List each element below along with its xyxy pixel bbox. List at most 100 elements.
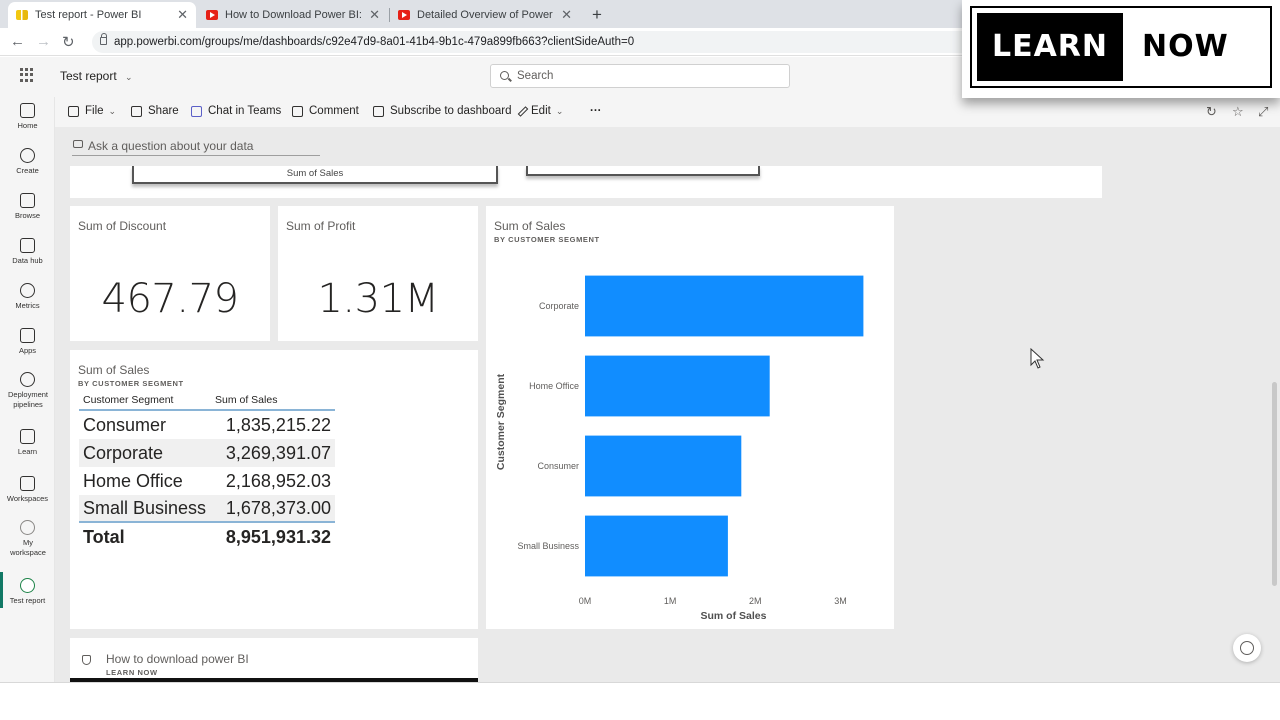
kpi-tile-discount[interactable]: Sum of Discount 467.79 (70, 206, 270, 341)
trophy-icon (20, 283, 35, 298)
chart-bar[interactable] (585, 435, 742, 497)
table-cell: Home Office (83, 470, 183, 491)
workspaces-icon (20, 476, 35, 491)
nav-home[interactable]: Home (0, 103, 55, 131)
url-field[interactable]: app.powerbi.com/groups/me/dashboards/c92… (92, 31, 972, 53)
chat-in-teams-button[interactable]: Chat in Teams (191, 105, 281, 117)
bottom-strip (0, 682, 1280, 720)
user-icon (20, 520, 35, 535)
reload-icon[interactable]: ↻ (62, 33, 75, 51)
kpi-tile-profit[interactable]: Sum of Profit 1.31M (278, 206, 478, 341)
url-text: app.powerbi.com/groups/me/dashboards/c92… (114, 36, 635, 48)
chart-bar[interactable] (585, 515, 728, 577)
more-options-button[interactable]: ··· (590, 105, 602, 117)
nav-label: My workspace (10, 538, 46, 557)
new-tab-button[interactable]: + (584, 2, 614, 28)
kpi-value: 467.79 (101, 276, 239, 322)
share-button[interactable]: Share (131, 105, 179, 117)
youtube-icon (206, 10, 218, 20)
logo-learn-text: LEARN (977, 13, 1123, 81)
nav-create[interactable]: Create (0, 148, 55, 176)
search-placeholder: Search (517, 70, 554, 82)
tile-title: How to download power BI (106, 652, 249, 666)
nav-browse[interactable]: Browse (0, 193, 55, 221)
nav-learn[interactable]: Learn (0, 429, 55, 457)
forward-arrow-icon[interactable]: → (36, 33, 51, 50)
folder-icon (20, 193, 35, 208)
report-name-dropdown[interactable]: Test report ⌄ (60, 69, 133, 83)
bar-chart: Corporate Home Office Consumer Small Busine… (495, 275, 864, 622)
browser-tab-overview[interactable]: Detailed Overview of Power BI In ✕ (390, 2, 580, 28)
tile-title: Sum of Discount (78, 219, 167, 233)
tile-title: Sum of Sales (78, 363, 150, 377)
lock-icon (100, 33, 107, 45)
file-icon (68, 105, 79, 117)
search-icon (500, 71, 509, 80)
share-label: Share (148, 105, 179, 117)
nav-label: Learn (17, 447, 38, 456)
close-tab-icon[interactable]: ✕ (561, 7, 572, 23)
favorite-star-icon[interactable]: ☆ (1232, 104, 1244, 120)
sales-table: Customer Segment Sum of Sales Consumer 1… (79, 391, 335, 551)
video-tile[interactable]: How to download power BI LEARN NOW (70, 638, 478, 682)
x-tick-label: 1M (664, 596, 677, 606)
nav-my-workspace[interactable]: My workspace (0, 520, 55, 558)
table-cell: 3,269,391.07 (225, 442, 331, 463)
kpi-value: 1.31M (317, 276, 439, 322)
subscribe-button[interactable]: Subscribe to dashboard (373, 105, 511, 117)
edit-menu-button[interactable]: Edit ⌄ (517, 105, 564, 117)
nav-metrics[interactable]: Metrics (0, 283, 55, 311)
tile-caption-frame (526, 166, 760, 176)
nav-data-hub[interactable]: Data hub (0, 238, 55, 266)
chevron-down-icon: ⌄ (555, 105, 564, 116)
x-tick-label: 0M (579, 596, 592, 606)
qna-input[interactable]: Ask a question about your data (72, 136, 320, 156)
chart-bar[interactable] (585, 355, 770, 417)
nav-apps[interactable]: Apps (0, 328, 55, 356)
database-icon (20, 238, 35, 253)
nav-workspaces[interactable]: Workspaces (0, 476, 55, 504)
learn-now-logo: LEARN NOW (962, 0, 1280, 98)
table-cell: Consumer (83, 414, 167, 435)
tab-title: Detailed Overview of Power BI In (417, 9, 555, 21)
table-row: Consumer 1,835,215.22 (79, 411, 335, 439)
shield-icon (82, 655, 91, 665)
table-row: Corporate 3,269,391.07 (79, 439, 335, 467)
logo-frame: LEARN NOW (970, 6, 1272, 88)
dashboard-gauge-icon (20, 578, 35, 593)
teams-icon (191, 105, 202, 117)
tile-caption-frame: Sum of Sales (132, 166, 498, 184)
search-input[interactable]: Search (490, 64, 790, 88)
column-header: Customer Segment (83, 394, 174, 406)
file-menu-button[interactable]: File ⌄ (68, 105, 116, 117)
x-tick-label: 2M (749, 596, 762, 606)
table-cell: 1,678,373.00 (225, 497, 331, 518)
rocket-icon (20, 372, 35, 387)
browser-tab-powerbi[interactable]: Test report - Power BI ✕ (8, 2, 196, 28)
app-launcher-icon[interactable] (20, 68, 34, 82)
left-navigation: Home Create Browse Data hub Metrics Apps… (0, 97, 55, 682)
nav-deployment-pipelines[interactable]: Deployment pipelines (0, 372, 55, 410)
close-tab-icon[interactable]: ✕ (369, 7, 380, 23)
table-cell: Corporate (83, 442, 164, 463)
refresh-icon[interactable]: ↻ (1206, 104, 1217, 120)
chart-bar[interactable] (585, 275, 864, 337)
copilot-icon[interactable] (1233, 634, 1261, 662)
mouse-cursor-icon (1030, 348, 1045, 369)
subscribe-label: Subscribe to dashboard (390, 105, 512, 117)
subscribe-icon (373, 105, 384, 117)
back-arrow-icon[interactable]: ← (10, 33, 25, 50)
expand-icon[interactable]: ⤢ (1258, 104, 1268, 120)
nav-label: Apps (18, 346, 37, 355)
nav-label: Workspaces (6, 494, 49, 503)
browser-tab-download[interactable]: How to Download Power BI: Step ✕ (198, 2, 388, 28)
edit-label: Edit (531, 105, 551, 117)
table-row: Small Business 1,678,373.00 (79, 495, 335, 523)
close-tab-icon[interactable]: ✕ (177, 7, 188, 23)
comment-label: Comment (309, 105, 359, 117)
nav-label: Browse (14, 211, 40, 220)
nav-test-report[interactable]: Test report (0, 578, 55, 606)
comment-button[interactable]: Comment (292, 105, 359, 117)
table-header: Customer Segment Sum of Sales (79, 391, 335, 411)
canvas-scrollbar[interactable] (1272, 382, 1277, 586)
